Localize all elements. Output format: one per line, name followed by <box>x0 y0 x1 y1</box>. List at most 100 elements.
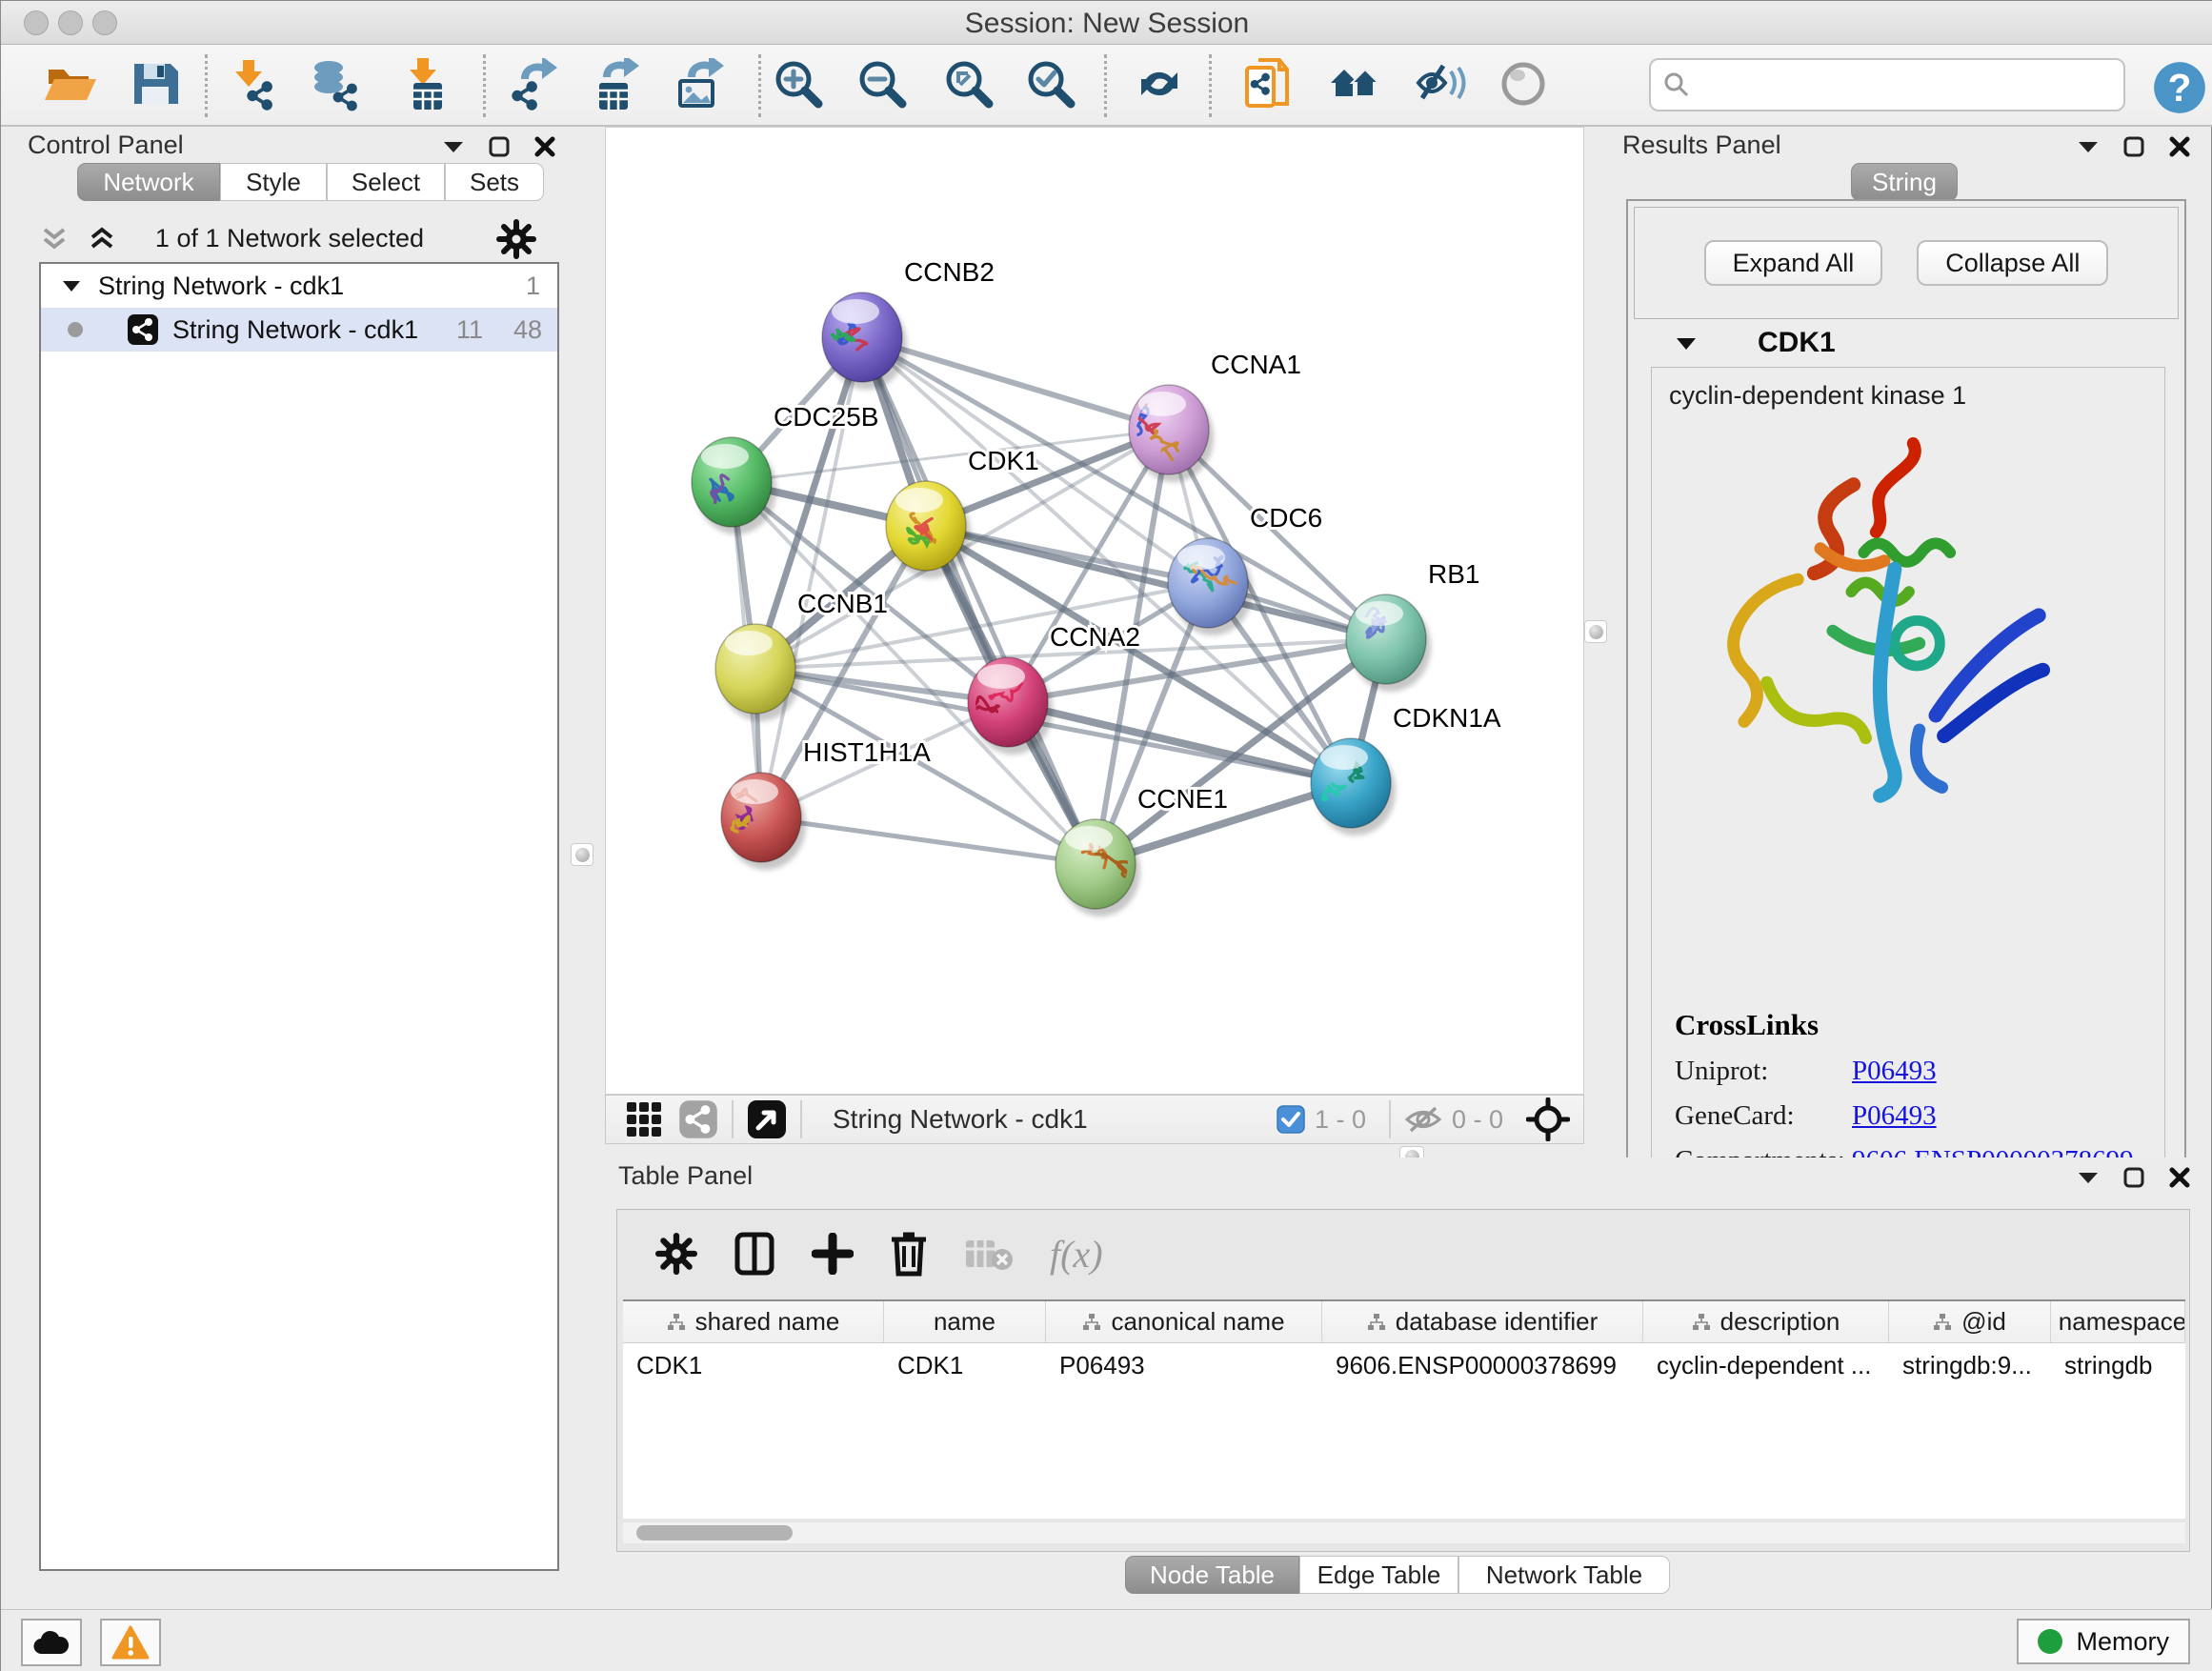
close-panel-icon[interactable] <box>534 136 555 157</box>
column-header-name[interactable]: name <box>884 1301 1046 1342</box>
float-panel-icon[interactable] <box>489 136 510 157</box>
import-database-icon[interactable] <box>310 58 365 113</box>
column-header--id[interactable]: @id <box>1889 1301 2051 1342</box>
show-columns-icon[interactable] <box>734 1231 775 1277</box>
gene-section-header[interactable]: CDK1 <box>1634 321 2179 365</box>
right-splitter-handle[interactable] <box>1584 620 1607 643</box>
add-column-icon[interactable] <box>812 1233 854 1275</box>
node-table[interactable]: shared namename canonical name database … <box>623 1299 2185 1519</box>
toolbar-separator <box>1209 54 1212 117</box>
network-edge[interactable] <box>761 817 1096 864</box>
fit-crosshair-icon[interactable] <box>1526 1097 1570 1141</box>
export-network-icon[interactable] <box>510 58 565 113</box>
help-icon[interactable]: ? <box>2152 60 2207 115</box>
network-node-CCNA1[interactable] <box>1128 385 1214 482</box>
scrollbar-thumb[interactable] <box>636 1525 793 1540</box>
network-node-CDK1[interactable] <box>886 481 971 578</box>
network-canvas[interactable]: CCNB2CCNA1CDC25BCDK1CDC6RB1CCNB1CCNA2CDK… <box>605 127 1584 1095</box>
search-input[interactable] <box>1691 70 2110 101</box>
network-node-CDKN1A[interactable] <box>1311 738 1396 836</box>
crosslink-link[interactable]: P06493 <box>1852 1100 1937 1132</box>
panel-menu-icon[interactable] <box>2078 1171 2099 1184</box>
network-node-HIST1H1A[interactable] <box>721 769 806 870</box>
delete-column-trash-icon[interactable] <box>890 1231 928 1277</box>
float-panel-icon[interactable] <box>2123 136 2144 157</box>
network-node-CCNA2[interactable] <box>968 657 1053 755</box>
column-header-database-identifier[interactable]: database identifier <box>1322 1301 1643 1342</box>
network-options-gear-icon[interactable] <box>496 219 536 259</box>
network-row[interactable]: String Network - cdk1 11 48 <box>41 308 557 352</box>
panel-menu-icon[interactable] <box>2078 140 2099 153</box>
memory-button[interactable]: Memory <box>2017 1619 2190 1664</box>
network-node-CDC25B[interactable] <box>692 437 776 534</box>
column-header-description[interactable]: description <box>1643 1301 1889 1342</box>
network-view-share-icon[interactable] <box>678 1099 718 1139</box>
network-edge[interactable] <box>862 337 1169 430</box>
crosslink-link[interactable]: P06493 <box>1852 1056 1937 1087</box>
node-label-CCNE1: CCNE1 <box>1137 784 1228 814</box>
network-edge[interactable] <box>862 337 1096 864</box>
tab-string[interactable]: String <box>1851 163 1958 201</box>
expand-all-icon[interactable] <box>85 222 119 256</box>
import-network-icon[interactable] <box>228 58 283 113</box>
expand-all-button[interactable]: Expand All <box>1704 240 1883 286</box>
toolbar-search[interactable] <box>1649 58 2125 111</box>
clone-network-icon[interactable] <box>1243 58 1298 113</box>
tab-network-table[interactable]: Network Table <box>1458 1556 1670 1594</box>
zoom-fit-icon[interactable] <box>941 58 996 113</box>
warnings-button[interactable] <box>100 1619 161 1666</box>
open-session-icon[interactable] <box>43 58 98 113</box>
tab-network[interactable]: Network <box>77 163 220 201</box>
float-panel-icon[interactable] <box>2123 1167 2144 1188</box>
zoom-in-icon[interactable] <box>771 58 826 113</box>
column-header-namespace[interactable]: namespace <box>2051 1301 2185 1342</box>
zoom-out-icon[interactable] <box>855 58 910 113</box>
selected-nodes-checkbox-icon[interactable] <box>1277 1105 1305 1134</box>
hide-panel-icon[interactable] <box>1415 58 1470 113</box>
inspect-sphere-icon[interactable] <box>1498 58 1553 113</box>
title-bar: Session: New Session <box>1 1 2212 45</box>
node-table-container: f(x) shared namename canonical name data… <box>616 1209 2190 1552</box>
collapse-all-button[interactable]: Collapse All <box>1917 240 2108 286</box>
tree-expand-icon[interactable] <box>62 279 81 292</box>
toolbar-separator <box>205 54 208 117</box>
close-panel-icon[interactable] <box>2169 1167 2190 1188</box>
table-cell: stringdb <box>2051 1343 2185 1387</box>
column-header-shared-name[interactable]: shared name <box>623 1301 884 1342</box>
grid-view-icon[interactable] <box>625 1100 663 1138</box>
network-node-CCNE1[interactable] <box>1056 819 1140 916</box>
delete-table-icon <box>964 1235 1014 1273</box>
import-table-icon[interactable] <box>398 58 453 113</box>
collection-label: String Network - cdk1 <box>98 272 344 301</box>
panel-menu-icon[interactable] <box>443 140 464 153</box>
zoom-selected-icon[interactable] <box>1023 58 1078 113</box>
refresh-layout-icon[interactable] <box>1134 58 1189 113</box>
tab-node-table[interactable]: Node Table <box>1125 1556 1299 1594</box>
table-cell: P06493 <box>1046 1343 1322 1387</box>
section-collapse-icon[interactable] <box>1676 336 1697 351</box>
tab-style[interactable]: Style <box>220 163 327 201</box>
column-header-canonical-name[interactable]: canonical name <box>1046 1301 1322 1342</box>
left-splitter-handle[interactable] <box>571 843 593 866</box>
table-horizontal-scrollbar[interactable] <box>623 1522 2185 1543</box>
network-status-dot <box>68 322 83 337</box>
hidden-counts: 0 - 0 <box>1452 1105 1503 1135</box>
network-node-RB1[interactable] <box>1346 594 1431 692</box>
table-settings-gear-icon[interactable] <box>655 1233 697 1275</box>
tab-edge-table[interactable]: Edge Table <box>1299 1556 1458 1594</box>
table-row[interactable]: CDK1CDK1P064939606.ENSP00000378699cyclin… <box>623 1343 2185 1387</box>
gene-name: CDK1 <box>1758 327 1836 359</box>
cloud-status-button[interactable] <box>21 1619 82 1666</box>
birds-eye-view-icon[interactable] <box>747 1099 787 1139</box>
export-image-icon[interactable] <box>674 58 730 113</box>
tab-select[interactable]: Select <box>327 163 445 201</box>
collapse-all-icon[interactable] <box>37 222 71 256</box>
show-home-icon[interactable] <box>1329 58 1384 113</box>
network-node-CCNB2[interactable] <box>822 292 907 390</box>
save-session-icon[interactable] <box>129 58 184 113</box>
network-collection-row[interactable]: String Network - cdk1 1 <box>41 264 557 308</box>
export-table-icon[interactable] <box>592 58 647 113</box>
tab-sets[interactable]: Sets <box>445 163 544 201</box>
close-panel-icon[interactable] <box>2169 136 2190 157</box>
node-label-RB1: RB1 <box>1428 559 1479 589</box>
